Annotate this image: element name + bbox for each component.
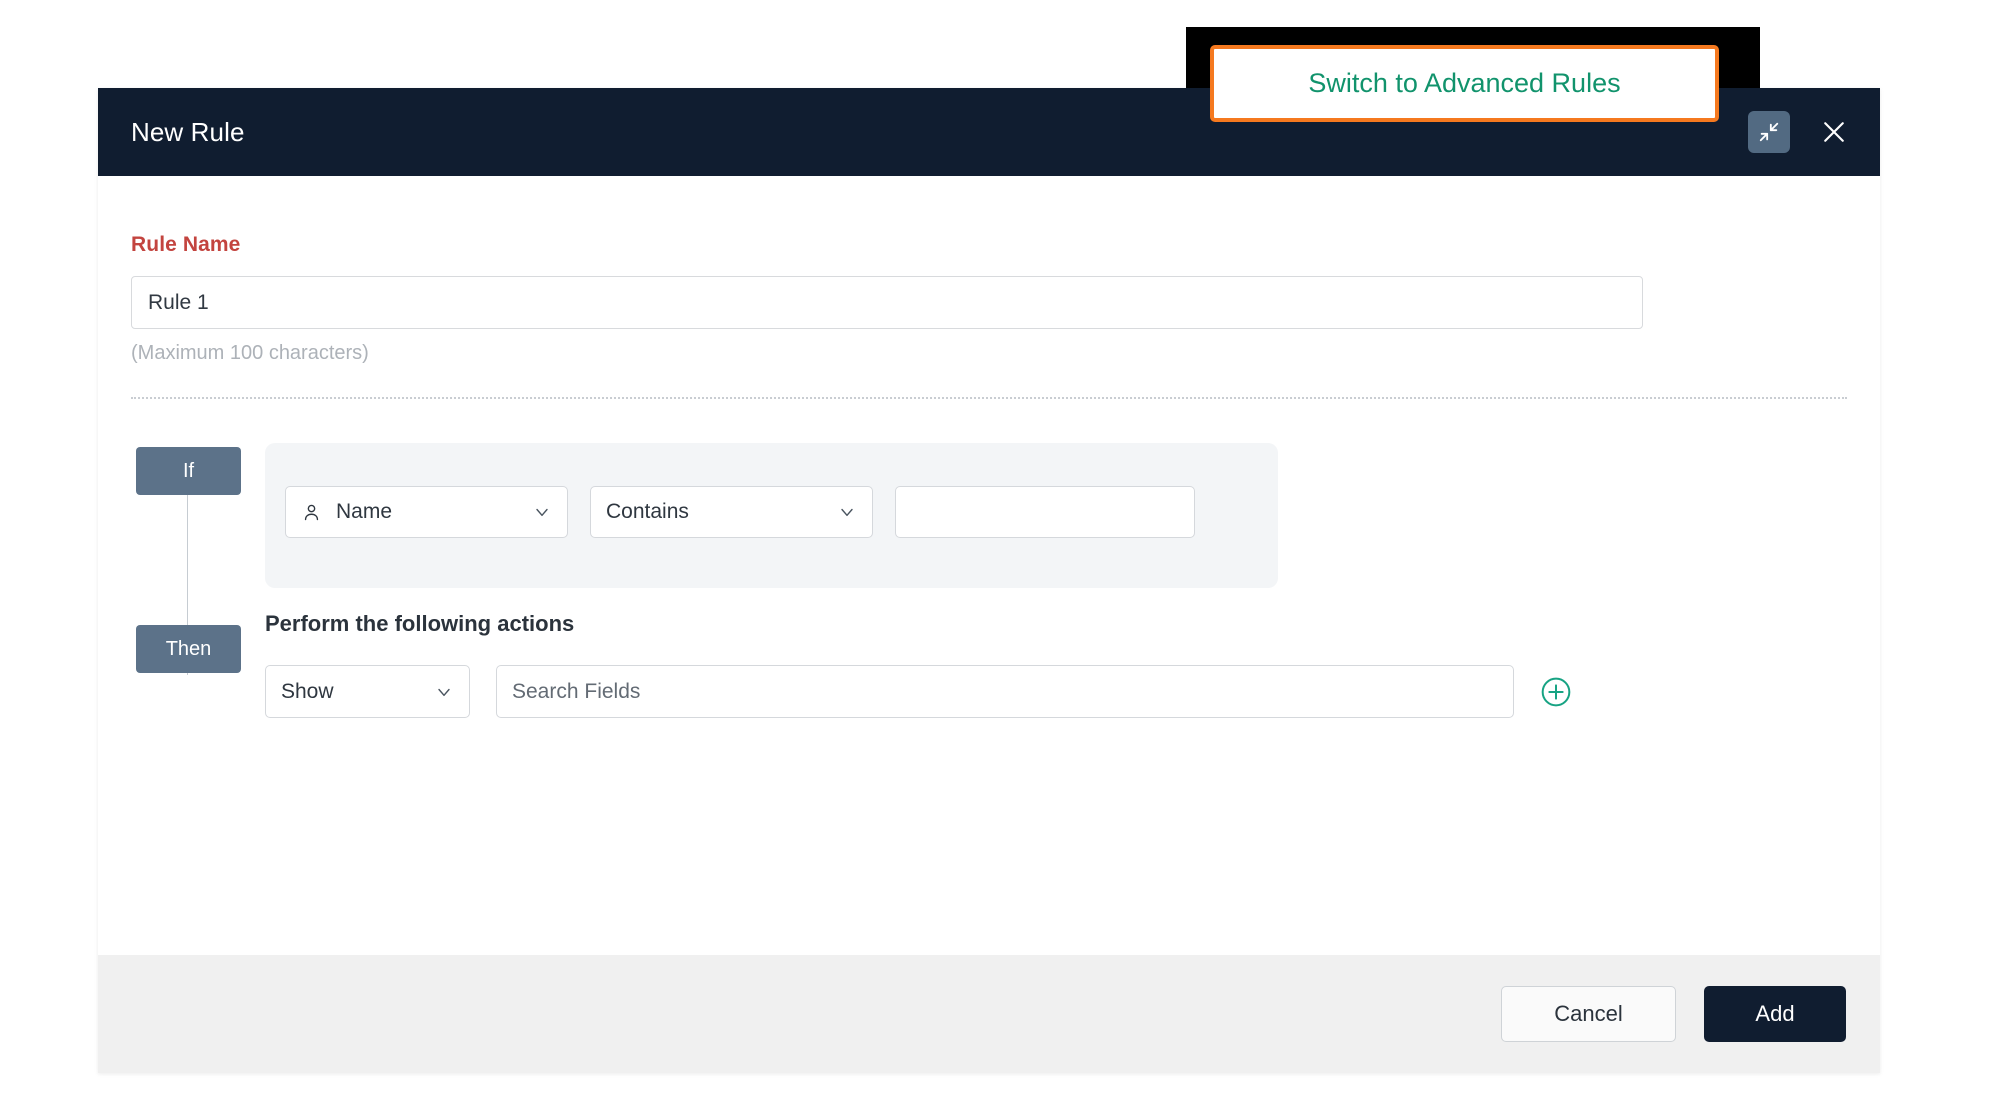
condition-operator-value: Contains: [606, 500, 689, 523]
plus-circle-icon[interactable]: [1540, 676, 1572, 708]
actions-row: Show: [265, 665, 1765, 718]
page-title: New Rule: [131, 116, 245, 147]
rule-name-label: Rule Name: [131, 233, 241, 256]
condition-field-select[interactable]: Name: [285, 486, 568, 538]
header-actions: [1748, 88, 1856, 176]
rule-name-hint: (Maximum 100 characters): [131, 342, 369, 364]
close-icon[interactable]: [1812, 110, 1856, 154]
action-type-select[interactable]: Show: [265, 665, 470, 718]
chevron-down-icon: [434, 682, 454, 702]
actions-area: Perform the following actions Show: [265, 611, 1765, 718]
condition-value-input[interactable]: [895, 486, 1195, 538]
cancel-button[interactable]: Cancel: [1501, 986, 1676, 1042]
add-button[interactable]: Add: [1704, 986, 1846, 1042]
new-rule-modal: New Rule Rule Name (Maximum 100 c: [98, 88, 1880, 1073]
chevron-down-icon: [532, 502, 552, 522]
switch-to-advanced-rules-label: Switch to Advanced Rules: [1308, 68, 1621, 98]
if-badge: If: [136, 447, 241, 495]
chevron-down-icon: [837, 502, 857, 522]
collapse-arrows-icon[interactable]: [1748, 111, 1790, 153]
actions-heading: Perform the following actions: [265, 611, 575, 636]
condition-operator-select[interactable]: Contains: [590, 486, 873, 538]
search-fields-input[interactable]: [496, 665, 1514, 718]
condition-row: Name Contains: [285, 486, 1195, 538]
rule-name-input[interactable]: [131, 276, 1643, 329]
then-badge: Then: [136, 625, 241, 673]
modal-footer: Cancel Add: [98, 955, 1880, 1073]
section-divider: [131, 397, 1847, 399]
condition-field-value: Name: [336, 500, 393, 523]
action-type-value: Show: [281, 679, 334, 703]
switch-to-advanced-rules-button[interactable]: Switch to Advanced Rules: [1210, 45, 1719, 122]
condition-card: Name Contains: [265, 443, 1278, 588]
user-icon: [301, 502, 322, 523]
modal-body: Rule Name (Maximum 100 characters) If Th…: [98, 176, 1880, 956]
